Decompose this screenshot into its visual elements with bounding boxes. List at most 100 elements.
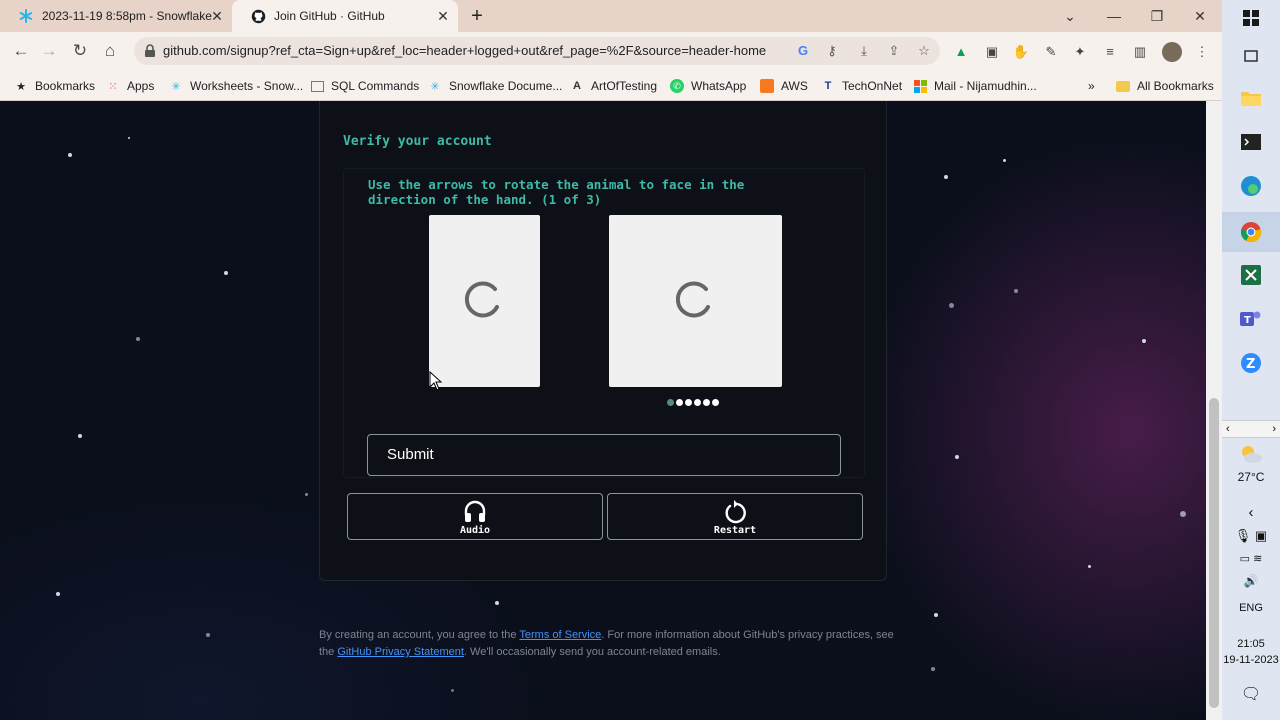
bookmark-artoftesting[interactable]: A ArtOfTesting — [570, 77, 657, 95]
captcha-instruction: Use the arrows to rotate the animal to f… — [368, 177, 745, 207]
edge-icon — [1241, 176, 1261, 196]
system-tray-icons-2[interactable]: ▭ ≋ — [1222, 552, 1280, 565]
clock-time[interactable]: 21:05 — [1222, 638, 1280, 650]
progress-dot — [676, 399, 683, 406]
hand-extension-icon[interactable]: ✋ — [1012, 43, 1030, 61]
privacy-statement-link[interactable]: GitHub Privacy Statement — [337, 646, 464, 658]
restart-label: Restart — [713, 525, 757, 536]
bookmark-label: Snowflake Docume... — [449, 79, 563, 93]
bookmark-star-icon[interactable]: ☆ — [916, 43, 932, 59]
weather-widget[interactable] — [1222, 441, 1280, 467]
tab-search-icon[interactable]: ⌄ — [1048, 0, 1092, 32]
submit-button[interactable]: Submit — [367, 434, 841, 476]
restart-button[interactable]: Restart — [607, 493, 863, 540]
google-icon[interactable]: G — [795, 43, 811, 59]
scroll-right-icon[interactable]: › — [1272, 423, 1276, 435]
scrollbar-thumb[interactable] — [1209, 398, 1219, 708]
edge-app[interactable] — [1222, 168, 1280, 204]
system-tray-icons[interactable]: 🎙 ▣ — [1222, 528, 1280, 544]
animal-image[interactable] — [609, 215, 782, 387]
reload-button[interactable]: ↻ — [69, 40, 91, 62]
close-tab-icon[interactable]: ✕ — [436, 9, 450, 23]
language-indicator[interactable]: ENG — [1222, 602, 1280, 614]
install-icon[interactable]: ⤓ — [856, 43, 872, 59]
volume-icon[interactable]: 🔊 — [1222, 574, 1280, 588]
star-dot — [206, 633, 210, 637]
menu-icon[interactable]: ⋮ — [1193, 43, 1211, 61]
tab-snowflake[interactable]: 2023-11-19 8:58pm - Snowflake ✕ — [0, 0, 232, 32]
windows-logo-icon — [1243, 10, 1259, 26]
scroll-left-icon[interactable]: ‹ — [1226, 423, 1230, 435]
key-icon[interactable]: ⚷ — [824, 43, 840, 59]
folder-icon — [1241, 92, 1261, 106]
progress-dot — [667, 399, 674, 406]
star-dot — [136, 337, 140, 341]
side-panel-icon[interactable]: ▥ — [1131, 43, 1149, 61]
puzzle-extensions-icon[interactable]: ✦ — [1071, 43, 1089, 61]
folder-icon — [1116, 80, 1130, 92]
start-button[interactable] — [1222, 0, 1280, 36]
pen-extension-icon[interactable]: ✎ — [1042, 43, 1060, 61]
wifi-icon[interactable]: ≋ — [1253, 553, 1262, 565]
drive-extension-icon[interactable]: ▲ — [952, 43, 970, 61]
bookmark-worksheets[interactable]: ✳ Worksheets - Snow... — [169, 77, 303, 95]
svg-text:Z: Z — [1246, 357, 1255, 372]
star-dot — [1142, 339, 1146, 343]
task-view-icon — [1244, 50, 1258, 62]
bookmark-whatsapp[interactable]: ✆ WhatsApp — [670, 77, 746, 95]
media-icon[interactable]: ≡ — [1101, 43, 1119, 61]
forward-button[interactable]: → — [38, 40, 60, 62]
file-explorer-app[interactable] — [1222, 80, 1280, 116]
taskbar-scroller[interactable]: ‹ › — [1222, 420, 1280, 438]
whatsapp-icon: ✆ — [670, 79, 684, 93]
bookmark-aws[interactable]: AWS — [760, 77, 808, 95]
bookmark-mail[interactable]: Mail - Nijamudhin... — [913, 77, 1037, 95]
profile-avatar[interactable] — [1162, 42, 1182, 62]
more-bookmarks-button[interactable]: » — [1088, 77, 1095, 95]
audio-button[interactable]: Audio — [347, 493, 603, 540]
mouse-cursor-icon — [429, 371, 443, 391]
teams-app[interactable]: T — [1222, 301, 1280, 337]
clock-date[interactable]: 19-11-2023 — [1222, 654, 1280, 666]
star-dot — [955, 455, 959, 459]
page-scrollbar[interactable] — [1206, 101, 1222, 720]
notifications-icon[interactable]: 🗨 — [1222, 684, 1280, 704]
zoom-app[interactable]: Z — [1222, 345, 1280, 381]
bookmark-apps[interactable]: ⁙ Apps — [106, 77, 154, 95]
home-button[interactable]: ⌂ — [99, 40, 121, 62]
back-button[interactable]: ← — [10, 40, 32, 62]
verify-account-card: Verify your account Use the arrows to ro… — [319, 101, 887, 581]
tab-strip: 2023-11-19 8:58pm - Snowflake ✕ Join Git… — [0, 0, 1222, 32]
terminal-app[interactable] — [1222, 124, 1280, 160]
show-hidden-icons-chevron-icon[interactable]: ‹ — [1222, 504, 1280, 521]
terms-of-service-link[interactable]: Terms of Service — [519, 629, 601, 641]
bookmark-snowflake-docs[interactable]: ✳ Snowflake Docume... — [428, 77, 562, 95]
bookmark-sql-commands[interactable]: SQL Commands — [311, 77, 419, 95]
star-dot — [305, 493, 308, 496]
address-bar[interactable]: github.com/signup?ref_cta=Sign+up&ref_lo… — [134, 37, 940, 65]
chrome-app[interactable] — [1222, 212, 1280, 252]
bookmark-bookmarks[interactable]: ★ Bookmarks — [14, 77, 95, 95]
share-icon[interactable]: ⇪ — [886, 43, 902, 59]
display-icon[interactable]: ▣ — [1255, 528, 1267, 543]
minimize-button[interactable]: — — [1092, 0, 1136, 32]
task-view-button[interactable] — [1222, 38, 1280, 74]
new-tab-button[interactable]: + — [466, 5, 488, 27]
bookmark-label: Mail - Nijamudhin... — [934, 79, 1037, 93]
lock-icon — [145, 44, 155, 57]
bookmark-techonnet[interactable]: T TechOnNet — [821, 77, 902, 95]
bookmark-label: SQL Commands — [331, 79, 420, 93]
bookmark-label: Apps — [127, 79, 155, 93]
excel-app[interactable] — [1222, 257, 1280, 293]
restore-button[interactable]: ❐ — [1135, 0, 1179, 32]
all-bookmarks-folder[interactable]: All Bookmarks — [1116, 77, 1214, 95]
tab-github[interactable]: Join GitHub · GitHub ✕ — [232, 0, 458, 32]
microphone-icon[interactable]: 🎙 — [1235, 528, 1252, 543]
close-tab-icon[interactable]: ✕ — [210, 9, 224, 23]
extension-icon[interactable]: ▣ — [983, 43, 1001, 61]
progress-dot — [703, 399, 710, 406]
battery-icon[interactable]: ▭ — [1240, 553, 1250, 565]
close-window-button[interactable]: ✕ — [1178, 0, 1222, 32]
star-dot — [78, 434, 82, 438]
star-dot — [451, 689, 454, 692]
